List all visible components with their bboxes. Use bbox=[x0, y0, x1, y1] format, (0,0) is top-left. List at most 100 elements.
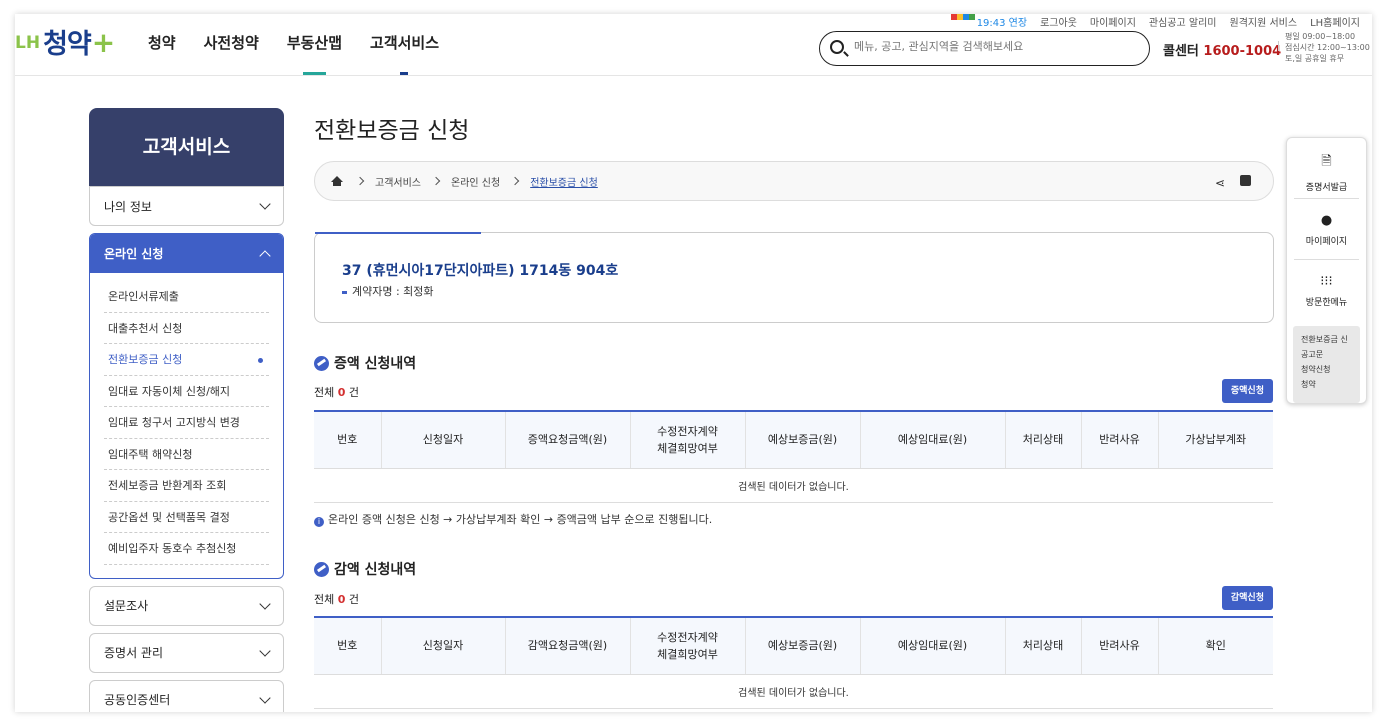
submenu-item[interactable]: 예비입주자 동호수 추첨신청 bbox=[104, 533, 269, 565]
quick-cert-issue[interactable]: 🗎 증명서발급 bbox=[1294, 138, 1359, 199]
lh-logo[interactable]: LH 청약 + bbox=[15, 22, 115, 61]
table-row-empty: 검색된 데이터가 없습니다. bbox=[314, 468, 1273, 503]
share-icon[interactable]: ⋖ bbox=[1215, 176, 1225, 190]
divider bbox=[1278, 41, 1279, 51]
side-menu-cert-manage[interactable]: 증명서 관리 bbox=[89, 632, 284, 673]
decrease-count: 전체 0 건 bbox=[314, 591, 359, 607]
gnb-item-apply[interactable]: 청약 bbox=[148, 32, 176, 53]
count-suffix: 건 bbox=[348, 386, 360, 399]
submenu-item[interactable]: 임대료 청구서 고지방식 변경 bbox=[104, 407, 269, 439]
column-header: 예상임대료(원) bbox=[859, 616, 1005, 675]
gnb-item-customer[interactable]: 고객서비스 bbox=[370, 32, 439, 53]
increase-table: 번호 신청일자 증액요청금액(원) 수정전자계약 체결희망여부 예상보증금(원)… bbox=[314, 410, 1273, 503]
submenu-item-active[interactable]: 전환보증금 신청 bbox=[104, 344, 269, 376]
table-header-row: 번호 신청일자 증액요청금액(원) 수정전자계약 체결희망여부 예상보증금(원)… bbox=[314, 410, 1273, 469]
hours-holiday: 토,일 공휴일 휴무 bbox=[1285, 54, 1345, 63]
side-menu-label: 공동인증센터 bbox=[104, 693, 171, 707]
breadcrumb-item[interactable]: 고객서비스 bbox=[375, 174, 421, 189]
gnb-item-pre-apply[interactable]: 사전청약 bbox=[204, 32, 259, 53]
submenu-item[interactable]: 공간옵션 및 선택품목 결정 bbox=[104, 502, 269, 533]
grid-icon: ⁝⁝⁝ bbox=[1320, 274, 1333, 289]
house-address: 37 (휴먼시아17단지아파트) 1714동 904호 bbox=[342, 263, 619, 279]
chevron-right-icon bbox=[510, 176, 520, 186]
chevron-down-icon bbox=[259, 198, 271, 210]
side-menu-label: 설문조사 bbox=[104, 599, 149, 613]
search-box[interactable] bbox=[819, 31, 1150, 66]
submenu-item[interactable]: 온라인서류제출 bbox=[104, 281, 269, 313]
lh-home-link[interactable]: LH홈페이지 bbox=[1310, 14, 1360, 29]
column-header: 감액요청금액(원) bbox=[504, 616, 630, 675]
person-icon: ● bbox=[1320, 213, 1333, 228]
recent-item[interactable]: 공고문 bbox=[1301, 347, 1352, 362]
session-timer[interactable]: 19:43 연장 bbox=[977, 14, 1027, 29]
decrease-table: 번호 신청일자 감액요청금액(원) 수정전자계약 체결희망여부 예상보증금(원)… bbox=[314, 616, 1273, 709]
empty-message: 검색된 데이터가 없습니다. bbox=[314, 674, 1273, 709]
submenu-item[interactable]: 전세보증금 반환계좌 조회 bbox=[104, 470, 269, 502]
column-header: 수정전자계약 체결희망여부 bbox=[629, 616, 745, 675]
side-menu-my-info[interactable]: 나의 정보 bbox=[89, 186, 284, 226]
hours-lunch: 점심시간 12:00~13:00 bbox=[1285, 43, 1370, 52]
side-menu-title: 고객서비스 bbox=[89, 108, 284, 186]
decrease-title-text: 감액 신청내역 bbox=[334, 562, 417, 578]
breadcrumb-item[interactable]: 온라인 신청 bbox=[451, 174, 500, 189]
increase-title-text: 증액 신청내역 bbox=[334, 356, 417, 372]
side-submenu: 온라인서류제출 대출추천서 신청 전환보증금 신청 임대료 자동이체 신청/해지… bbox=[90, 273, 283, 578]
brand-color-bar bbox=[951, 14, 975, 20]
print-icon[interactable] bbox=[1240, 175, 1251, 186]
increase-note: i 온라인 증액 신청은 신청 → 가상납부계좌 확인 → 증액금액 납부 순으로… bbox=[314, 511, 712, 527]
interest-alert-link[interactable]: 관심공고 알리미 bbox=[1149, 14, 1217, 29]
note-text: 온라인 증액 신청은 신청 → 가상납부계좌 확인 → 증액금액 납부 순으로 … bbox=[328, 513, 713, 526]
side-menu-cert-center[interactable]: 공동인증센터 bbox=[89, 679, 284, 712]
info-icon: i bbox=[314, 517, 324, 527]
table-row-empty: 검색된 데이터가 없습니다. bbox=[314, 674, 1273, 709]
contractor-name: 계약자명 : 최정화 bbox=[342, 283, 434, 299]
side-menu-online-apply: 온라인 신청 온라인서류제출 대출추천서 신청 전환보증금 신청 임대료 자동이… bbox=[89, 233, 284, 579]
logo-lh: LH bbox=[15, 33, 41, 53]
search-icon[interactable] bbox=[830, 40, 844, 54]
house-info-card: 37 (휴먼시아17단지아파트) 1714동 904호 계약자명 : 최정화 bbox=[314, 232, 1274, 323]
column-header: 번호 bbox=[314, 616, 381, 675]
count-suffix: 건 bbox=[348, 593, 360, 606]
section-icon bbox=[314, 561, 329, 577]
column-header: 가상납부계좌 bbox=[1157, 410, 1273, 469]
gnb-item-map[interactable]: 부동산맵 bbox=[287, 32, 342, 53]
side-menu-survey[interactable]: 설문조사 bbox=[89, 585, 284, 626]
recent-item[interactable]: 청약신청 bbox=[1301, 362, 1352, 377]
card-accent-line bbox=[315, 232, 481, 234]
breadcrumb-current[interactable]: 전환보증금 신청 bbox=[530, 174, 598, 189]
mypage-link[interactable]: 마이페이지 bbox=[1090, 14, 1136, 29]
submenu-item[interactable]: 임대주택 해약신청 bbox=[104, 439, 269, 470]
document-icon: 🗎 bbox=[1321, 154, 1332, 169]
chevron-down-icon bbox=[259, 691, 271, 704]
column-header: 확인 bbox=[1157, 616, 1273, 675]
side-menu-online-apply-header[interactable]: 온라인 신청 bbox=[90, 234, 283, 273]
increase-count: 전체 0 건 bbox=[314, 384, 359, 400]
search-input[interactable] bbox=[854, 40, 1134, 53]
site-header: LH 청약 + 청약 사전청약 부동산맵 고객서비스 19:43 연장 로그아웃… bbox=[15, 14, 1372, 76]
quick-visited[interactable]: ⁝⁝⁝ 방문한메뉴 bbox=[1294, 260, 1359, 321]
recent-item[interactable]: 전환보증금 신 bbox=[1301, 332, 1352, 347]
call-label: 콜센터 bbox=[1163, 44, 1199, 59]
count-value: 0 bbox=[337, 593, 346, 606]
submenu-item[interactable]: 대출추천서 신청 bbox=[104, 313, 269, 344]
increase-apply-button[interactable]: 증액신청 bbox=[1221, 379, 1273, 403]
browser-viewport: LH 청약 + 청약 사전청약 부동산맵 고객서비스 19:43 연장 로그아웃… bbox=[15, 14, 1372, 712]
home-icon[interactable] bbox=[331, 175, 343, 187]
recent-item[interactable]: 청약 bbox=[1301, 377, 1352, 392]
chevron-up-icon bbox=[259, 249, 271, 262]
quick-mypage[interactable]: ● 마이페이지 bbox=[1294, 199, 1359, 260]
breadcrumb: 고객서비스 온라인 신청 전환보증금 신청 ⋖ bbox=[314, 161, 1274, 201]
chevron-down-icon bbox=[259, 644, 271, 657]
column-header: 반려사유 bbox=[1080, 410, 1158, 469]
remote-support-link[interactable]: 원격지원 서비스 bbox=[1230, 14, 1298, 29]
submenu-item[interactable]: 임대료 자동이체 신청/해지 bbox=[104, 376, 269, 407]
side-menu-label: 나의 정보 bbox=[104, 199, 152, 214]
column-header: 수정전자계약 체결희망여부 bbox=[629, 410, 745, 469]
decrease-apply-button[interactable]: 감액신청 bbox=[1221, 586, 1273, 610]
logout-link[interactable]: 로그아웃 bbox=[1040, 14, 1077, 29]
call-center: 콜센터 1600-1004 bbox=[1163, 40, 1281, 59]
quick-label: 마이페이지 bbox=[1305, 237, 1348, 247]
column-header: 처리상태 bbox=[1004, 410, 1081, 469]
column-header: 신청일자 bbox=[380, 616, 505, 675]
quick-menu: 🗎 증명서발급 ● 마이페이지 ⁝⁝⁝ 방문한메뉴 전환보증금 신 공고문 청약… bbox=[1286, 137, 1367, 404]
